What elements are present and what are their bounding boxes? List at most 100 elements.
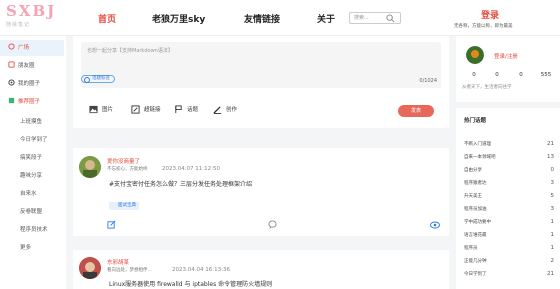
hot-topics-panel: 热门话题 不断入门道理 21 自来一本领域吧 13 自由分享 0 程序猿者达 3 升天美… [456,108,560,289]
pencil-icon [213,106,222,114]
hot-topic-label: 升天美王 [464,194,482,199]
topic-tool-label: 话题 [187,107,199,113]
create-tool-label: 创作 [226,107,238,113]
hot-topic-count: 0 [550,167,555,173]
hot-topic-count: 1 [550,219,555,225]
hot-topic-item[interactable]: 程序员 1 [464,243,554,254]
composer-textarea[interactable]: 也想一起分享【支持Markdown语法】 话题标签 [81,42,441,88]
sidebar-item-label: 推荐圈子 [18,99,41,105]
hot-topic-count: 3 [550,206,555,212]
hot-topic-item[interactable]: 正能几分钟 2 [464,256,554,267]
hot-topic-label: 程序员加油 [464,207,487,212]
site-motto: 无各称，方能以称，即为最美 [454,24,513,29]
composer-placeholder: 也想一起分享【支持Markdown语法】 [87,48,173,54]
moments-icon [8,61,15,68]
post-tag[interactable]: 面试宝典 [109,202,139,210]
sidebar-item-learned-today[interactable]: 今日学到了 [0,132,64,148]
sidebar-item-anti-involution[interactable]: 反卷联盟 [0,204,64,220]
nav-about[interactable]: 关于 [317,12,335,25]
search-icon[interactable] [386,14,395,23]
stat-value: 0 [495,72,499,78]
hot-topic-count: 21 [547,271,554,277]
sidebar-item-square[interactable]: 广场 [0,40,64,56]
share-icon[interactable] [107,220,116,229]
top-navbar: SXBJ 随缘笔记 首页 老狼万里sky 友情链接 关于 搜索... 登录 无各… [0,0,560,36]
sidebar-item-recommended[interactable]: 推荐圈子 [0,94,64,110]
hot-topic-item[interactable]: 自由分享 0 [464,165,554,176]
post-content[interactable]: Linux服务器使用 firewalld 与 iptables 命令管理防火墙规… [109,279,272,288]
left-sidebar: 广场 朋友圈 我的圈子 推荐圈子 上班摸鱼 今日学到了 搞笑段子 趣味分享 自来… [0,36,66,289]
link-tool-label: 超链接 [144,107,161,113]
hot-topic-count: 1 [550,245,555,251]
sidebar-item-more[interactable]: 更多 [0,240,64,256]
create-tool[interactable]: 创作 [213,105,237,114]
profile-card: 登录/注册 0 0 0 555 从者天下，生活者向往学 [456,36,560,102]
hot-topic-count: 5 [550,193,555,199]
post-time: 2023.04.04 16:13:36 [172,267,230,273]
post-author[interactable]: 爱你没商量了 [107,157,140,165]
avatar[interactable] [79,257,101,279]
sidebar-item-label: 我的圈子 [18,81,41,87]
hot-topic-label: 语言谁花最 [464,233,487,238]
hot-topic-item[interactable]: 不断入门道理 21 [464,139,554,150]
profile-motto: 从者天下，生活者向往学 [462,85,512,90]
link-tool[interactable]: 超链接 [131,105,161,114]
hot-topic-item[interactable]: 语言谁花最 1 [464,230,554,241]
image-icon [89,105,98,114]
hot-topic-count: 21 [547,141,554,147]
login-link[interactable]: 登录 [481,8,499,21]
topic-tool[interactable]: 话题 [174,105,198,114]
sidebar-item-fun-share[interactable]: 趣味分享 [0,168,64,184]
avatar[interactable] [466,46,484,64]
hot-topic-item[interactable]: 自来一本领域吧 13 [464,152,554,163]
hot-topic-item[interactable]: 升天美王 5 [464,191,554,202]
hot-topic-label: 自由分享 [464,168,482,173]
sidebar-item-slacking[interactable]: 上班摸鱼 [0,114,64,130]
topic-tag-button[interactable]: 话题标签 [81,75,115,83]
hot-topic-count: 3 [550,180,555,186]
sidebar-item-moments[interactable]: 朋友圈 [0,58,64,74]
logo-text: SXBJ [6,2,57,20]
post-content[interactable]: #支付宝密付任务怎么做？三层分发任务处理框架介绍 [109,179,252,188]
hot-topics-title: 热门话题 [464,118,487,124]
hot-topic-label: 程序猿者达 [464,181,487,186]
hot-topic-count: 2 [550,258,555,264]
image-tool-label: 图片 [102,107,114,113]
char-count: 0/1024 [419,78,437,84]
sidebar-item-jokes[interactable]: 搞笑段子 [0,150,64,166]
publish-button[interactable]: 发表 [398,105,434,117]
image-tool[interactable]: 图片 [89,105,113,114]
sidebar-item-label: 广场 [18,45,30,51]
nav-laolang[interactable]: 老狼万里sky [152,12,205,25]
sidebar-item-my-circles[interactable]: 我的圈子 [0,76,64,92]
square-icon [8,43,15,50]
hot-topic-item[interactable]: 程序员加油 3 [464,204,554,215]
profile-login-link[interactable]: 登录/注册 [494,52,518,60]
hot-topic-label: 程序员 [464,246,478,251]
sidebar-item-programmer-tech[interactable]: 程序员技术 [0,222,64,238]
avatar[interactable] [79,156,101,178]
site-logo[interactable]: SXBJ 随缘笔记 [6,4,66,30]
nav-home[interactable]: 首页 [98,12,116,25]
hot-topic-label: 学中成功要中 [464,220,491,225]
star-icon [8,97,15,104]
hot-topic-label: 正能几分钟 [464,259,487,264]
sidebar-item-tap-water[interactable]: 自来水 [0,186,64,202]
hot-topic-label: 不断入门道理 [464,142,491,147]
stat-value: 0 [472,72,476,78]
hot-topic-item[interactable]: 程序猿者达 3 [464,178,554,189]
sidebar-item-label: 朋友圈 [18,63,35,69]
eye-icon[interactable] [430,221,440,229]
circle-icon [8,79,15,86]
hot-topic-label: 今日学到了 [464,272,487,277]
comment-icon[interactable] [268,220,277,229]
post-author-bio: 看向远处，梦想相伴... [107,268,152,273]
nav-links[interactable]: 友情链接 [244,12,280,25]
post-time: 2023.04.07 11:12:50 [162,166,220,172]
flag-icon [175,105,182,114]
post-tag-label: 面试宝典 [118,203,136,208]
logo-subtitle: 随缘笔记 [6,22,31,28]
hot-topic-item[interactable]: 学中成功要中 1 [464,217,554,228]
post-author[interactable]: 东邪胡某 [107,258,129,266]
hot-topic-item[interactable]: 今日学到了 21 [464,269,554,280]
